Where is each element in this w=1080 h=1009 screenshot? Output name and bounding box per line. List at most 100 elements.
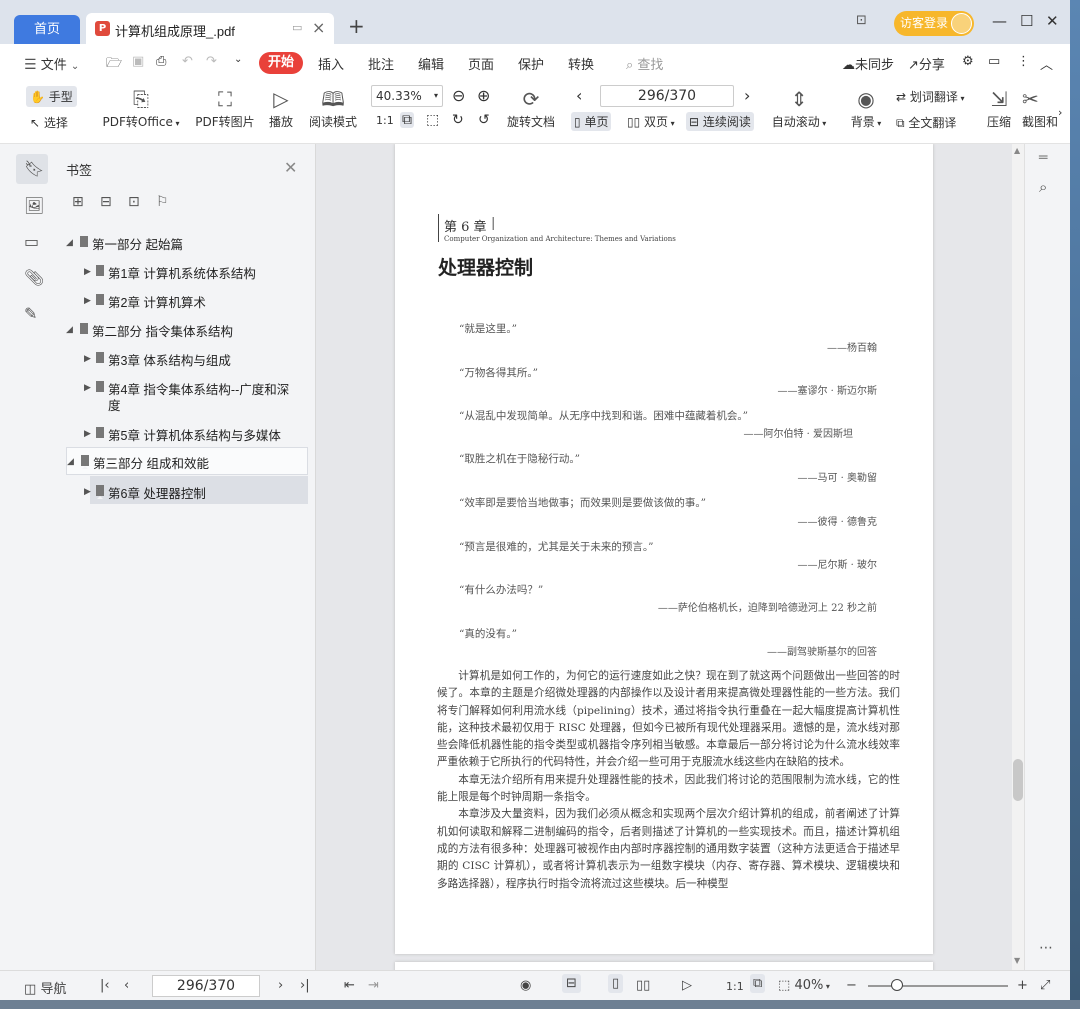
menu-convert[interactable]: 转换	[568, 54, 594, 73]
bookmark-ch4[interactable]: ▶ 第4章 指令集体系结构--广度和深 度	[84, 379, 306, 415]
add-bookmark-icon[interactable]: ⊞	[72, 194, 84, 210]
menu-edit[interactable]: 编辑	[418, 54, 444, 73]
actual-size-icon[interactable]: 1:1	[376, 114, 394, 127]
save-icon[interactable]: ▣	[132, 54, 144, 69]
bookmark-ch1[interactable]: ▶ 第1章 计算机系统体系结构	[84, 263, 306, 283]
word-translate-button[interactable]: ⇄ 划词翻译 ▾	[896, 88, 964, 105]
ribbon-scroll-right-icon[interactable]: ›	[1058, 106, 1062, 119]
scroll-up-icon[interactable]: ▲	[1014, 146, 1020, 155]
window-layout-icon[interactable]: ⊡	[856, 13, 867, 28]
full-translate-button[interactable]: ⧉ 全文翻译	[896, 114, 956, 131]
first-page-icon[interactable]: |‹	[100, 978, 110, 993]
tab-document[interactable]: P 计算机组成原理_.pdf ▭ ×	[86, 13, 334, 44]
new-tab-button[interactable]: +	[348, 14, 365, 38]
document-viewport[interactable]: 第 6 章 | Computer Organization and Archit…	[316, 144, 1012, 970]
rotate-left-icon[interactable]: ↺	[478, 112, 490, 128]
single-page-mode-icon[interactable]: ▯	[608, 974, 624, 993]
zoom-in-icon[interactable]: +	[1017, 978, 1028, 993]
eye-care-icon[interactable]: ◉	[520, 978, 531, 993]
zoom-select[interactable]: 40.33% ▾	[371, 85, 443, 107]
pdf-to-office-button[interactable]: ⎘ PDF转Office ▾	[100, 85, 182, 130]
rotate-document-button[interactable]: ⟳ 旋转文档	[504, 85, 558, 130]
actual-size-icon[interactable]: 1:1	[726, 980, 744, 993]
last-page-icon[interactable]: ›|	[300, 978, 310, 993]
print-icon[interactable]: ⎙	[156, 54, 166, 69]
undo-icon[interactable]: ↶	[182, 54, 193, 69]
bookmark-part1[interactable]: ◢ 第一部分 起始篇	[66, 234, 306, 254]
scrollbar-thumb[interactable]	[1013, 759, 1023, 801]
screenshot-button[interactable]: ✂ 截图和	[1022, 85, 1062, 130]
rotate-right-icon[interactable]: ↻	[452, 112, 464, 128]
next-page-icon[interactable]: ›	[744, 86, 750, 105]
zoom-select[interactable]: ⬚ 40% ▾	[778, 978, 830, 993]
page-number-input[interactable]: 296/370	[600, 85, 734, 107]
thumbnail-icon[interactable]: 🖼︎	[24, 196, 44, 215]
menu-page[interactable]: 页面	[468, 54, 494, 73]
continuous-read-button[interactable]: ⊟ 连续阅读	[686, 112, 754, 131]
bookmark-ch2[interactable]: ▶ 第2章 计算机算术	[84, 292, 306, 312]
bookmark-part2[interactable]: ◢ 第二部分 指令集体系结构	[66, 321, 306, 341]
comment-icon[interactable]: ▭	[24, 232, 39, 251]
fit-width-icon[interactable]: ⬚	[426, 112, 439, 128]
minimize-button[interactable]: —	[992, 12, 1007, 30]
redo-icon[interactable]: ↷	[206, 54, 217, 69]
fit-page-icon[interactable]: ⧉	[750, 974, 766, 993]
more-icon[interactable]: ⋮	[1017, 54, 1030, 69]
more-options-icon[interactable]: ⋯	[1039, 940, 1053, 956]
read-mode-button[interactable]: 🕮 阅读模式	[306, 85, 360, 130]
auto-scroll-button[interactable]: ⇕ 自动滚动 ▾	[768, 85, 830, 130]
double-page-mode-icon[interactable]: ▯▯	[636, 978, 650, 993]
zoom-out-icon[interactable]: ⊖	[452, 86, 465, 105]
message-icon[interactable]: ▭	[988, 54, 1000, 69]
back-icon[interactable]: ⇤	[344, 978, 355, 993]
bookmark-ch6-selected[interactable]: ▶ 第6章 处理器控制	[84, 476, 308, 504]
compress-button[interactable]: ⇲ 压缩	[984, 85, 1014, 130]
scroll-down-icon[interactable]: ▼	[1014, 956, 1020, 965]
status-page-input[interactable]: 296/370	[152, 975, 260, 997]
single-page-button[interactable]: ▯ 单页	[571, 112, 612, 131]
menu-insert[interactable]: 插入	[318, 54, 344, 73]
continuous-mode-icon[interactable]: ⊟	[562, 974, 581, 993]
vertical-scrollbar[interactable]: ▲ ▼	[1012, 144, 1024, 970]
open-icon[interactable]: 🗁	[106, 54, 122, 76]
select-tool-button[interactable]: ↖ 选择	[30, 114, 68, 131]
zoom-out-icon[interactable]: −	[846, 978, 857, 993]
visitor-login-button[interactable]: 访客登录	[894, 11, 974, 36]
navigation-toggle[interactable]: ◫ 导航	[24, 978, 66, 997]
settings-icon[interactable]: ⚙	[962, 54, 974, 69]
background-button[interactable]: ◉ 背景 ▾	[846, 85, 886, 130]
maximize-button[interactable]: ☐	[1020, 12, 1033, 30]
menu-protect[interactable]: 保护	[518, 54, 544, 73]
zoom-slider-knob[interactable]	[891, 979, 903, 991]
sync-status[interactable]: ☁未同步	[842, 54, 894, 73]
attachment-icon[interactable]: 📎︎	[24, 268, 44, 287]
add-sub-bookmark-icon[interactable]: ⊟	[100, 194, 112, 210]
fit-page-icon[interactable]: ⧉	[400, 112, 414, 128]
play-button[interactable]: ▷ 播放	[266, 85, 296, 130]
signature-icon[interactable]: ✎	[24, 304, 37, 323]
search-text-icon[interactable]: ⌕	[1039, 178, 1047, 196]
close-tab-icon[interactable]: ×	[312, 18, 325, 37]
fullscreen-icon[interactable]: ⤢	[1040, 978, 1050, 993]
pdf-to-image-button[interactable]: ⛶ PDF转图片	[193, 85, 257, 130]
forward-icon[interactable]: ⇥	[368, 978, 379, 993]
menu-start[interactable]: 开始	[259, 52, 303, 74]
collapse-ribbon-icon[interactable]: ︿	[1040, 54, 1053, 73]
hand-tool-button[interactable]: ✋ 手型	[26, 86, 77, 107]
play-icon[interactable]: ▷	[682, 978, 692, 993]
bookmark-flag-icon[interactable]: ⚐	[156, 194, 169, 210]
next-page-icon[interactable]: ›	[278, 978, 283, 993]
panel-handle-icon[interactable]: ═	[1039, 150, 1047, 166]
prev-page-icon[interactable]: ‹	[576, 86, 582, 105]
share-button[interactable]: ↗分享	[908, 54, 945, 73]
close-panel-icon[interactable]: ✕	[284, 158, 297, 177]
zoom-in-icon[interactable]: ⊕	[477, 86, 490, 105]
bookmark-part3[interactable]: ◢ 第三部分 组成和效能	[66, 447, 308, 475]
bookmark-icon[interactable]: 🔖︎	[24, 159, 44, 178]
pin-icon[interactable]: ▭	[292, 21, 302, 34]
zoom-slider[interactable]	[868, 985, 1008, 987]
search-box[interactable]: ⌕ 查找	[626, 54, 663, 73]
file-menu[interactable]: ☰ 文件 ⌄	[24, 54, 79, 73]
close-window-button[interactable]: ✕	[1046, 12, 1059, 30]
tab-home[interactable]: 首页	[14, 15, 80, 44]
